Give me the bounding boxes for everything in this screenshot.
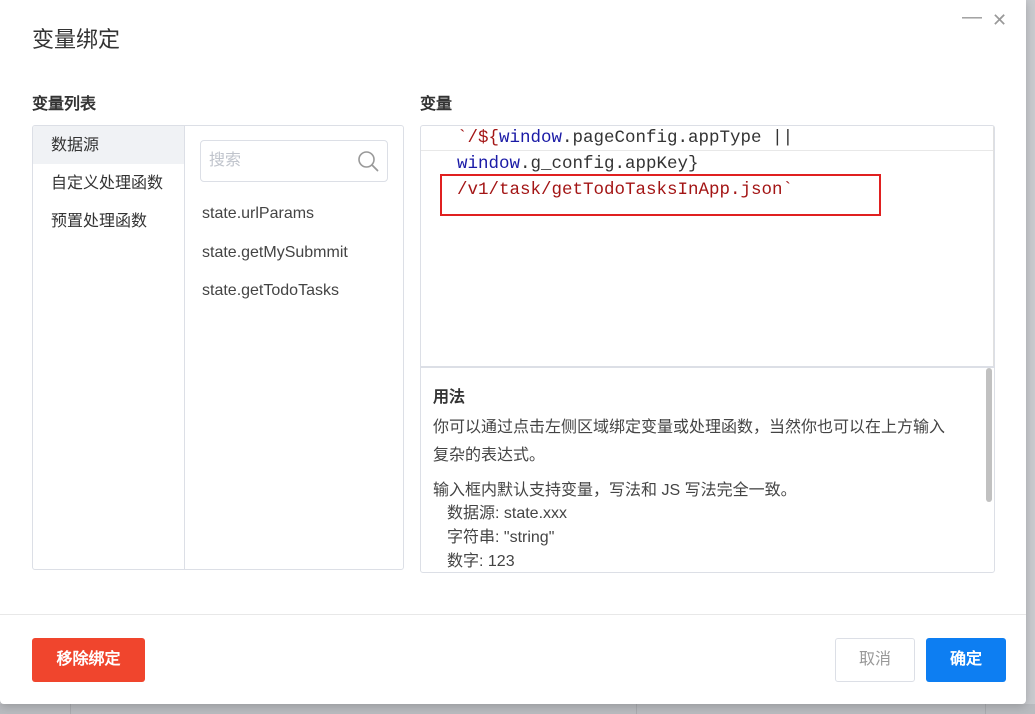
remove-binding-button[interactable]: 移除绑定 — [32, 638, 145, 682]
footer-divider — [0, 614, 1026, 615]
usage-help-panel: 用法 你可以通过点击左侧区域绑定变量或处理函数，当然你也可以在上方输入 复杂的表… — [420, 367, 995, 573]
list-item[interactable]: state.getTodoTasks — [202, 282, 339, 300]
highlight-annotation-box — [440, 174, 881, 216]
search-box — [200, 140, 388, 182]
usage-text: 复杂的表达式。 — [433, 447, 546, 464]
usage-scrollbar[interactable] — [986, 368, 992, 502]
backdrop-divider — [636, 704, 637, 714]
dialog-title: 变量绑定 — [32, 27, 121, 52]
code-line-1: `/${window.pageConfig.appType || — [457, 128, 793, 148]
close-icon[interactable]: ✕ — [992, 10, 1007, 31]
variable-list-heading: 变量列表 — [32, 96, 97, 113]
variable-list-panel: 数据源 自定义处理函数 预置处理函数 state.urlParams state… — [32, 125, 404, 570]
backdrop — [0, 704, 1035, 714]
active-line-border — [421, 150, 993, 151]
editor-gutter-line — [993, 126, 994, 366]
code-line-2: window.g_config.appKey} — [457, 154, 699, 174]
usage-text: 你可以通过点击左侧区域绑定变量或处理函数，当然你也可以在上方输入 — [433, 419, 946, 436]
variable-heading: 变量 — [420, 96, 453, 113]
list-item[interactable]: state.getMySubmmit — [202, 244, 348, 262]
usage-text: 输入框内默认支持变量，写法和 JS 写法完全一致。 — [433, 482, 797, 499]
category-item-preset-functions[interactable]: 预置处理函数 — [33, 202, 184, 240]
variable-binding-dialog: 变量绑定 — ✕ 变量列表 变量 数据源 自定义处理函数 预置处理函数 stat… — [0, 0, 1026, 704]
expression-editor[interactable]: `/${window.pageConfig.appType || window.… — [420, 125, 995, 367]
category-list: 数据源 自定义处理函数 预置处理函数 — [33, 126, 185, 569]
list-item[interactable]: state.urlParams — [202, 205, 314, 223]
code-token-variable: window — [457, 154, 521, 174]
code-token-variable: window — [499, 128, 563, 148]
category-item-datasource[interactable]: 数据源 — [33, 126, 184, 164]
usage-title: 用法 — [433, 389, 466, 406]
backdrop-divider — [70, 704, 71, 714]
usage-example: 字符串: "string" — [447, 529, 555, 546]
usage-example: 数字: 123 — [447, 553, 515, 570]
category-item-custom-functions[interactable]: 自定义处理函数 — [33, 164, 184, 202]
backdrop-divider — [985, 704, 986, 714]
search-icon[interactable] — [357, 150, 379, 172]
confirm-button[interactable]: 确定 — [926, 638, 1006, 682]
code-token-text: .g_config.appKey} — [520, 154, 699, 174]
code-token-string: `/${ — [457, 128, 500, 148]
code-token-text: .pageConfig.appType || — [562, 128, 794, 148]
usage-example: 数据源: state.xxx — [447, 505, 568, 522]
cancel-button[interactable]: 取消 — [835, 638, 915, 682]
search-input[interactable] — [201, 141, 341, 181]
minimize-icon[interactable]: — — [962, 6, 982, 29]
variable-item-list: state.urlParams state.getMySubmmit state… — [186, 126, 403, 569]
